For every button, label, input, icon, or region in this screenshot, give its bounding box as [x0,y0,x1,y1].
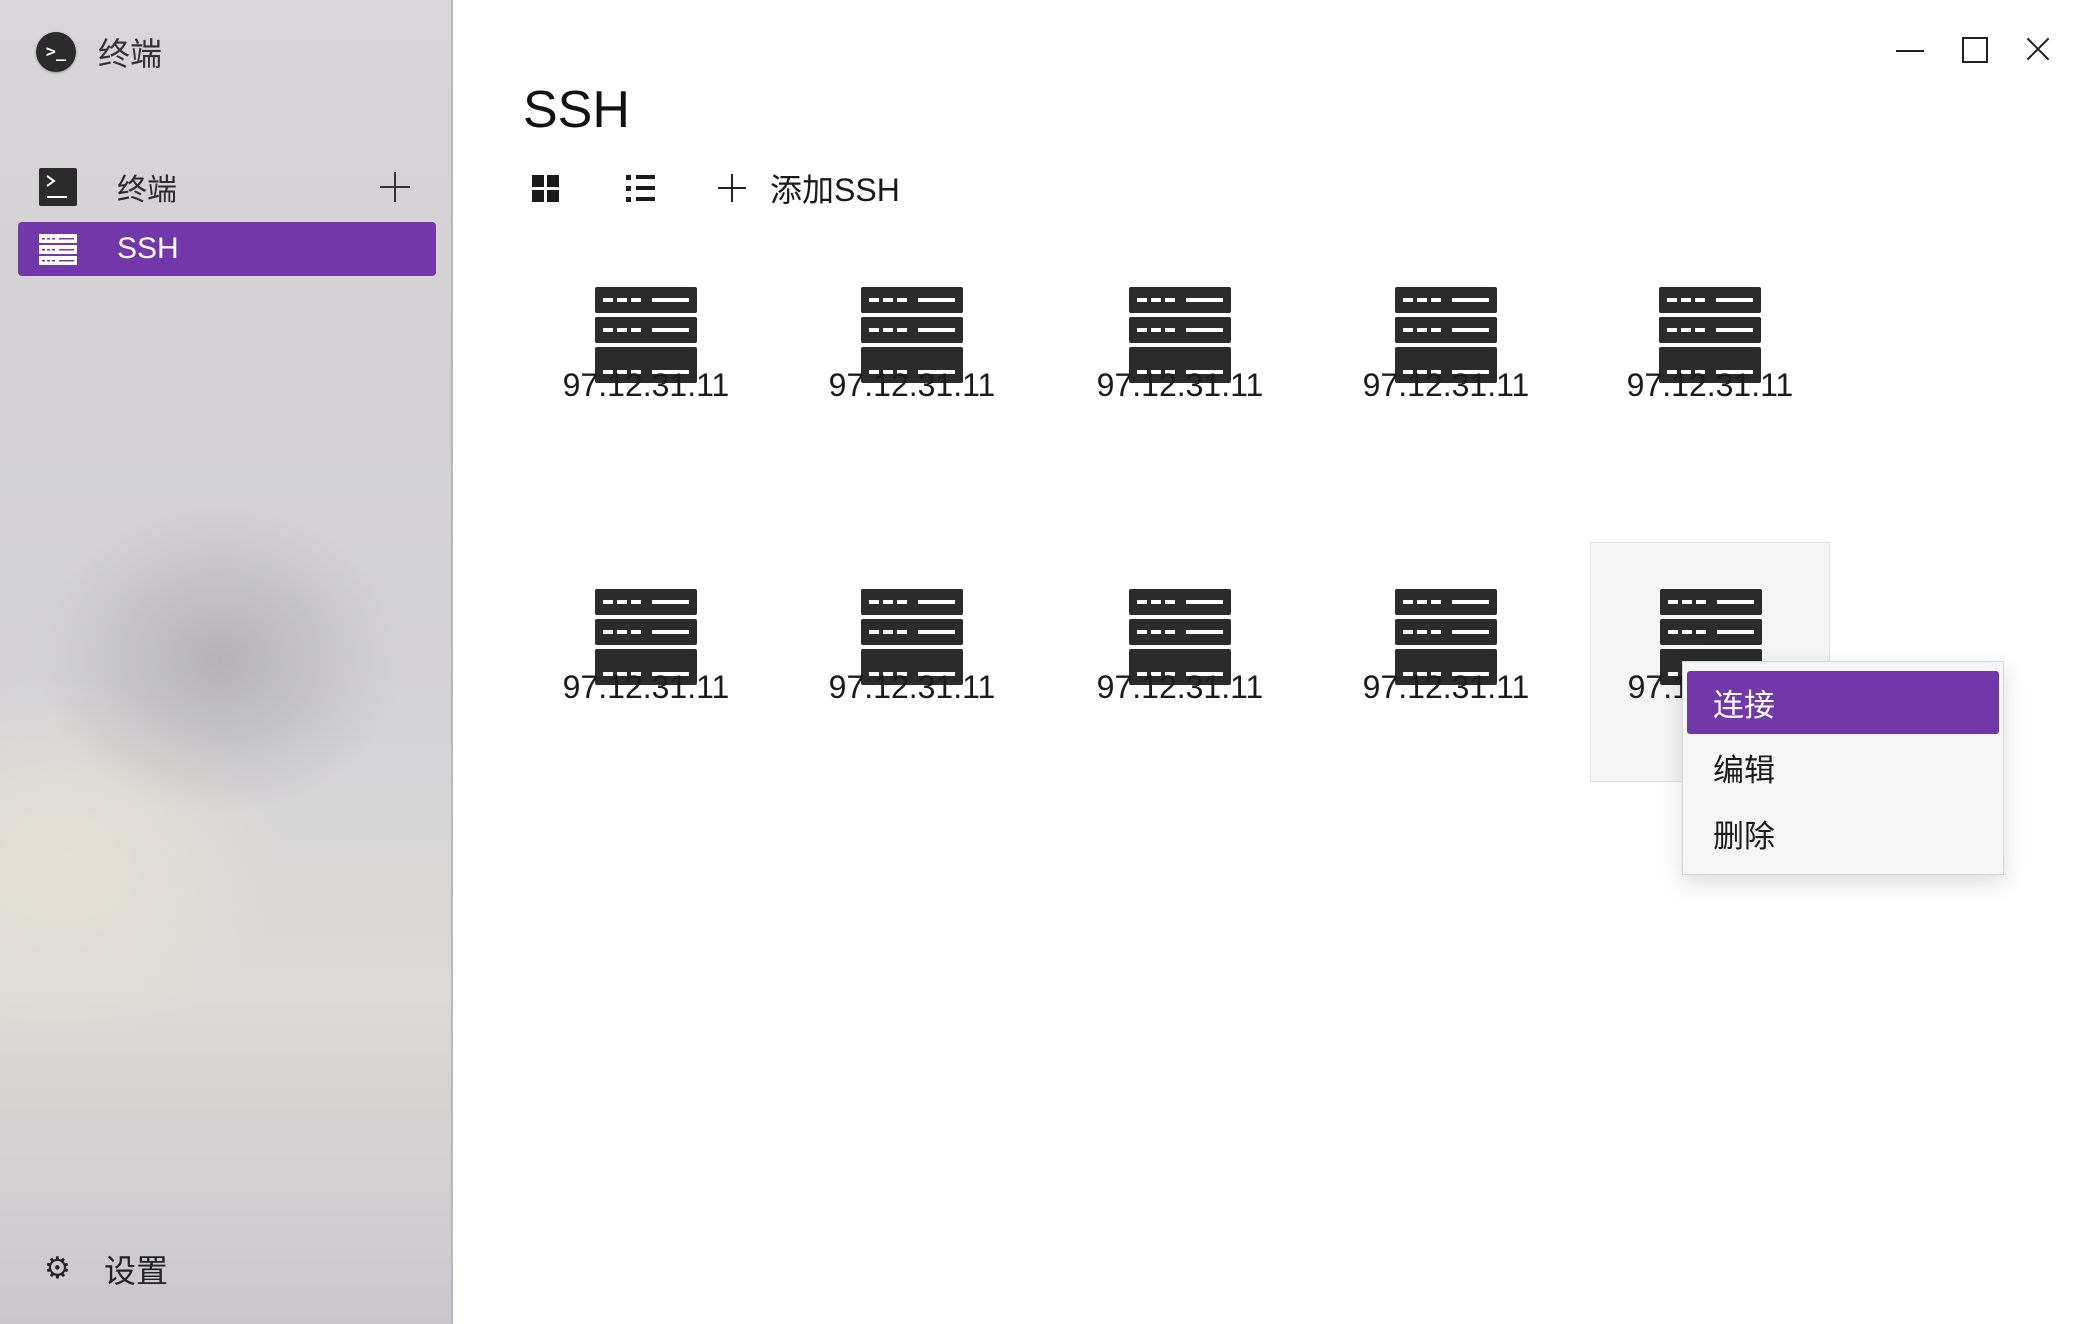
host-tile[interactable]: 97.12.31.11 [1060,242,1300,482]
host-tile[interactable]: 97.12.31.11 [792,242,1032,482]
menu-item-edit[interactable]: 编辑 [1687,736,1999,799]
close-button[interactable] [2022,34,2054,66]
host-label: 97.12.31.11 [562,367,730,403]
host-label: 97.12.31.11 [1626,367,1794,403]
host-label: 97.12.31.11 [828,367,996,403]
host-label: 97.12.31.11 [1362,669,1530,705]
host-tile[interactable]: 97.12.31.11 [792,544,1032,784]
page-title: SSH [523,81,630,139]
sidebar: >_ 终端 终端 SSH ⚙ 设置 [0,0,453,1324]
host-tile[interactable]: 97.12.31.11 [1326,544,1566,784]
add-terminal-button[interactable] [380,172,410,202]
host-label: 97.12.31.11 [1096,669,1264,705]
context-menu: 连接 编辑 删除 [1682,661,2004,875]
maximize-button[interactable] [1959,34,1991,66]
host-tile[interactable]: 97.12.31.11 [1060,544,1300,784]
host-label: 97.12.31.11 [562,669,730,705]
app-title: 终端 [98,36,163,72]
list-view-button[interactable] [626,168,656,208]
settings-button[interactable]: ⚙ 设置 [44,1246,168,1292]
minimize-button[interactable] [1894,34,1926,66]
menu-item-connect[interactable]: 连接 [1687,671,1999,734]
sidebar-item-label: 终端 [117,174,177,207]
gear-icon: ⚙ [44,1252,71,1285]
host-tile[interactable]: 97.12.31.11 [1326,242,1566,482]
plus-icon [718,174,746,202]
app-logo-icon: >_ [36,32,76,72]
app-header: >_ 终端 [36,30,162,74]
terminal-icon [39,168,77,206]
host-tile[interactable]: 97.12.31.11 [1590,242,1830,482]
grid-view-button[interactable] [532,168,560,208]
host-label: 97.12.31.11 [828,669,996,705]
sidebar-item-label: SSH [117,232,179,265]
settings-label: 设置 [104,1253,169,1289]
server-icon [39,234,77,265]
add-ssh-button[interactable]: 添加SSH [718,168,900,208]
host-label: 97.12.31.11 [1362,367,1530,403]
host-tile[interactable]: 97.12.31.11 [526,242,766,482]
host-tile[interactable]: 97.12.31.11 [526,544,766,784]
host-label: 97.12.31.11 [1096,367,1264,403]
grid-view-icon [532,174,559,202]
sidebar-item-ssh[interactable]: SSH [18,222,436,276]
sidebar-item-terminal[interactable]: 终端 [18,160,436,214]
add-ssh-label: 添加SSH [770,172,900,208]
list-view-icon [626,174,655,202]
menu-item-delete[interactable]: 删除 [1687,802,1999,865]
